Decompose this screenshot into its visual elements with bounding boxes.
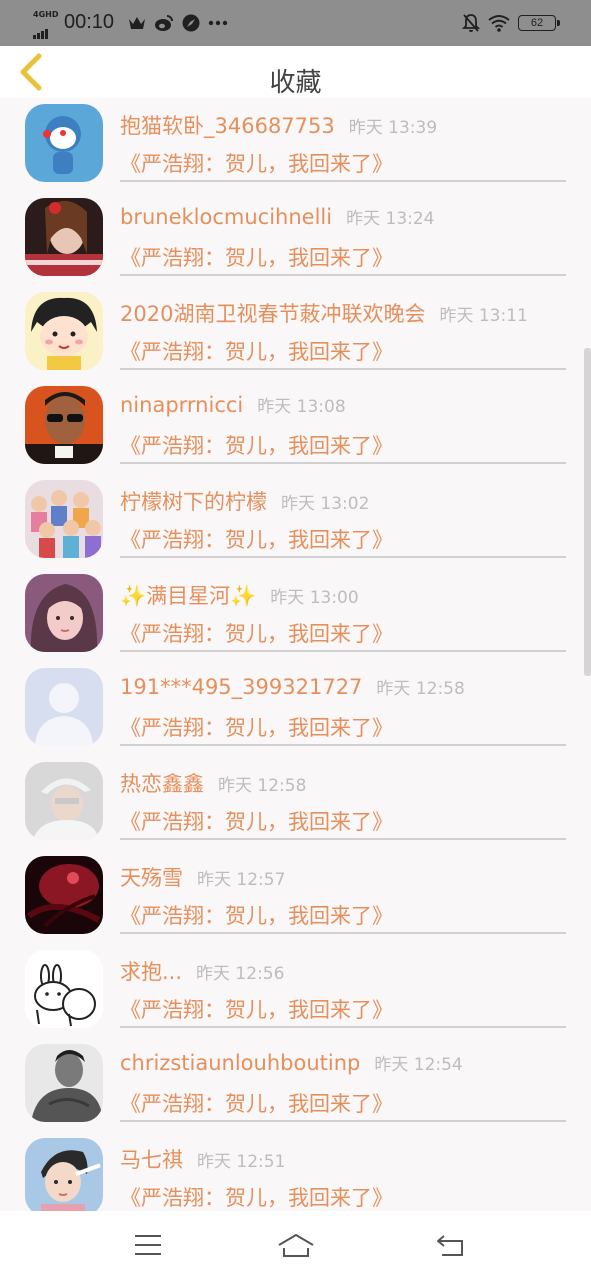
timestamp: 昨天 12:58	[376, 679, 465, 699]
nav-bar: 收藏	[0, 46, 591, 98]
crown-icon	[129, 17, 145, 29]
timestamp: 昨天 13:00	[270, 588, 359, 608]
message-text[interactable]: 《严浩翔：贺儿，我回来了》	[120, 524, 393, 554]
timestamp: 昨天 12:58	[218, 776, 307, 796]
divider	[120, 650, 566, 652]
timestamp: 昨天 13:24	[346, 209, 435, 229]
list-item[interactable]: 求抱... 昨天 12:56 《严浩翔：贺儿，我回来了》	[0, 944, 591, 1038]
avatar[interactable]	[25, 292, 103, 370]
user-name[interactable]: ninaprrnicci	[120, 393, 243, 417]
user-name[interactable]: 2020湖南卫视春节蓛冲联欢晚会	[120, 302, 425, 326]
compass-icon	[182, 14, 200, 32]
list-item[interactable]: 191***495_399321727 昨天 12:58 《严浩翔：贺儿，我回来了…	[0, 662, 591, 756]
message-text[interactable]: 《严浩翔：贺儿，我回来了》	[120, 336, 393, 366]
scrollbar[interactable]	[584, 348, 591, 676]
user-name[interactable]: bruneklocmucihnelli	[120, 205, 332, 229]
user-name[interactable]: 求抱...	[120, 960, 182, 984]
divider	[120, 556, 566, 558]
list-item[interactable]: bruneklocmucihnelli 昨天 13:24 《严浩翔：贺儿，我回来了…	[0, 192, 591, 286]
timestamp: 昨天 13:39	[348, 118, 438, 138]
list-item[interactable]: 热恋鑫鑫 昨天 12:58 《严浩翔：贺儿，我回来了》	[0, 756, 591, 850]
message-text[interactable]: 《严浩翔：贺儿，我回来了》	[120, 618, 393, 648]
menu-icon[interactable]	[128, 1229, 168, 1261]
avatar[interactable]	[25, 480, 103, 558]
divider	[120, 932, 566, 934]
battery-icon: 62	[518, 15, 560, 31]
list-item[interactable]: 柠檬树下的柠檬 昨天 13:02 《严浩翔：贺儿，我回来了》	[0, 474, 591, 568]
network-type: 4GHD	[33, 10, 59, 19]
list-item[interactable]: 抱猫软卧_346687753 昨天 13:39 《严浩翔：贺儿，我回来了》	[0, 98, 591, 192]
mute-bell-icon	[462, 14, 480, 32]
user-name[interactable]: 抱猫软卧_346687753	[120, 114, 335, 138]
list-item[interactable]: ✨满目星河✨ 昨天 13:00 《严浩翔：贺儿，我回来了》	[0, 568, 591, 662]
timestamp: 昨天 12:57	[197, 870, 286, 890]
avatar[interactable]	[25, 574, 103, 652]
user-name[interactable]: chrizstiaunlouhboutinp	[120, 1051, 360, 1075]
user-name[interactable]: 马七祺	[120, 1148, 183, 1172]
list-item[interactable]: ninaprrnicci 昨天 13:08 《严浩翔：贺儿，我回来了》	[0, 380, 591, 474]
divider	[120, 744, 566, 746]
list-item[interactable]: 2020湖南卫视春节蓛冲联欢晚会 昨天 13:11 《严浩翔：贺儿，我回来了》	[0, 286, 591, 380]
message-text[interactable]: 《严浩翔：贺儿，我回来了》	[120, 242, 393, 272]
user-name[interactable]: 柠檬树下的柠檬	[120, 490, 267, 514]
user-name[interactable]: ✨满目星河✨	[120, 584, 256, 608]
wifi-icon	[488, 15, 510, 32]
avatar[interactable]	[25, 198, 103, 276]
avatar[interactable]	[25, 668, 103, 746]
page-title: 收藏	[269, 68, 322, 98]
message-text[interactable]: 《严浩翔：贺儿，我回来了》	[120, 1182, 393, 1211]
timestamp: 昨天 13:08	[257, 397, 346, 417]
message-text[interactable]: 《严浩翔：贺儿，我回来了》	[120, 806, 393, 836]
divider	[120, 1120, 566, 1122]
message-text[interactable]: 《严浩翔：贺儿，我回来了》	[120, 900, 393, 930]
avatar[interactable]	[25, 1044, 103, 1122]
list-item[interactable]: 天殇雪 昨天 12:57 《严浩翔：贺儿，我回来了》	[0, 850, 591, 944]
avatar[interactable]	[25, 1138, 103, 1211]
avatar[interactable]	[25, 386, 103, 464]
weibo-icon	[155, 15, 173, 31]
back-icon[interactable]	[430, 1229, 470, 1261]
list-item[interactable]: 马七祺 昨天 12:51 《严浩翔：贺儿，我回来了》	[0, 1132, 591, 1211]
message-text[interactable]: 《严浩翔：贺儿，我回来了》	[120, 148, 393, 178]
divider	[120, 838, 566, 840]
signal-icon: 4GHD	[33, 10, 59, 39]
timestamp: 昨天 12:51	[197, 1152, 286, 1172]
avatar[interactable]	[25, 950, 103, 1028]
avatar[interactable]	[25, 762, 103, 840]
list-item[interactable]: chrizstiaunlouhboutinp 昨天 12:54 《严浩翔：贺儿，我…	[0, 1038, 591, 1132]
user-name[interactable]: 天殇雪	[120, 866, 183, 890]
timestamp: 昨天 13:11	[439, 306, 528, 326]
divider	[120, 274, 566, 276]
system-nav-bar	[0, 1211, 591, 1280]
avatar[interactable]	[25, 856, 103, 934]
message-text[interactable]: 《严浩翔：贺儿，我回来了》	[120, 994, 393, 1024]
message-text[interactable]: 《严浩翔：贺儿，我回来了》	[120, 430, 393, 460]
avatar[interactable]	[25, 104, 103, 182]
user-name[interactable]: 热恋鑫鑫	[120, 772, 204, 796]
message-text[interactable]: 《严浩翔：贺儿，我回来了》	[120, 712, 393, 742]
divider	[120, 1026, 566, 1028]
timestamp: 昨天 12:54	[374, 1055, 463, 1075]
timestamp: 昨天 12:56	[196, 964, 285, 984]
home-icon[interactable]	[276, 1229, 316, 1261]
timestamp: 昨天 13:02	[281, 494, 370, 514]
divider	[120, 180, 566, 182]
message-text[interactable]: 《严浩翔：贺儿，我回来了》	[120, 1088, 393, 1118]
favorites-list[interactable]: 抱猫软卧_346687753 昨天 13:39 《严浩翔：贺儿，我回来了》 bru…	[0, 98, 591, 1211]
status-bar: 4GHD 00:10 62	[0, 0, 591, 46]
divider	[120, 368, 566, 370]
more-dots-icon	[208, 20, 228, 26]
user-name[interactable]: 191***495_399321727	[120, 675, 362, 699]
clock: 00:10	[64, 11, 115, 33]
divider	[120, 462, 566, 464]
